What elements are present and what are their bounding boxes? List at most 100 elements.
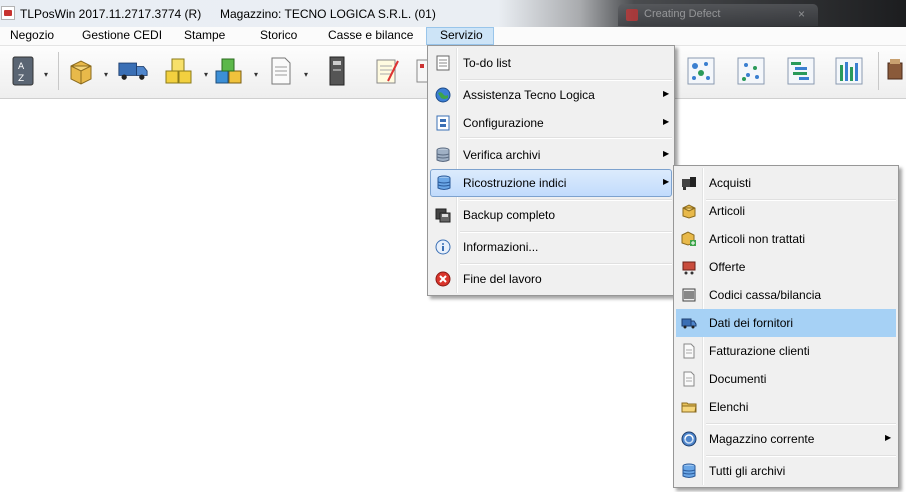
servizio-menu: To-do list Assistenza Tecno Logica ▶ Con… (427, 45, 675, 296)
document-icon (681, 343, 697, 359)
scale-icon (681, 287, 697, 303)
document-icon[interactable] (266, 54, 296, 88)
submenu-item-tutti-gli-archivi[interactable]: Tutti gli archivi (676, 457, 896, 485)
menu-item-verifica-archivi[interactable]: Verifica archivi ▶ (430, 141, 672, 169)
network-icon[interactable] (686, 54, 716, 88)
submenu-item-elenchi[interactable]: Elenchi (676, 393, 896, 421)
submenu-item-magazzino-corrente[interactable]: Magazzino corrente ▶ (676, 425, 896, 453)
menu-item-backup-completo[interactable]: Backup completo (430, 201, 672, 229)
menu-item-label: Informazioni... (463, 240, 539, 254)
archive-icon[interactable] (322, 54, 352, 88)
submenu-item-articoli-non-trattati[interactable]: Articoli non trattati (676, 225, 896, 253)
document-icon (681, 371, 697, 387)
dropdown-arrow-icon[interactable]: ▾ (304, 70, 308, 79)
toolbar-separator (58, 52, 59, 90)
submenu-item-fatturazione-clienti[interactable]: Fatturazione clienti (676, 337, 896, 365)
menu-item-ricostruzione-indici[interactable]: Ricostruzione indici ▶ (430, 169, 672, 197)
warehouse-icon (681, 431, 697, 447)
submenu-arrow-icon: ▶ (663, 89, 670, 98)
submenu-arrow-icon: ▶ (663, 117, 670, 126)
menu-servizio[interactable]: Servizio (426, 27, 494, 45)
info-icon (435, 239, 451, 255)
boxes-icon[interactable] (164, 54, 194, 88)
database-icon (435, 147, 451, 163)
submenu-item-documenti[interactable]: Documenti (676, 365, 896, 393)
dropdown-arrow-icon[interactable]: ▾ (104, 70, 108, 79)
cubes-icon[interactable] (214, 54, 244, 88)
submenu-item-dati-dei-fornitori[interactable]: Dati dei fornitori (676, 309, 896, 337)
menu-item-label: Elenchi (709, 400, 749, 414)
sort-az-icon[interactable]: AZ (8, 54, 38, 88)
database-icon (681, 463, 697, 479)
dropdown-arrow-icon[interactable]: ▾ (204, 70, 208, 79)
submenu-arrow-icon: ▶ (663, 149, 670, 158)
menu-negozio[interactable]: Negozio (4, 27, 60, 45)
menu-item-label: Fine del lavoro (463, 272, 542, 286)
menu-item-label: Ricostruzione indici (463, 176, 567, 190)
menu-gestione-cedi[interactable]: Gestione CEDI (76, 27, 168, 45)
title-bar: TLPosWin 2017.11.2717.3774 (R) Magazzino… (0, 0, 906, 27)
submenu-item-offerte[interactable]: Offerte (676, 253, 896, 281)
truck-icon[interactable] (118, 54, 148, 88)
store-label: Magazzino: TECNO LOGICA S.R.L. (01) (220, 7, 436, 21)
box-add-icon (681, 231, 697, 247)
svg-text:A: A (18, 62, 25, 72)
menu-item-todo-list[interactable]: To-do list (430, 49, 672, 77)
menu-casse-e-bilance[interactable]: Casse e bilance (322, 27, 419, 45)
list-icon (435, 55, 451, 71)
close-icon[interactable]: × (798, 7, 805, 21)
menu-item-informazioni[interactable]: Informazioni... (430, 233, 672, 261)
menu-item-label: Fatturazione clienti (709, 344, 810, 358)
cart-icon (681, 259, 697, 275)
window-title: TLPosWin 2017.11.2717.3774 (R) (20, 7, 202, 21)
menu-item-label: Acquisti (709, 176, 752, 190)
menu-item-label: Dati dei fornitori (709, 316, 794, 330)
dropdown-arrow-icon[interactable]: ▾ (44, 70, 48, 79)
truck-icon (681, 315, 697, 331)
submenu-item-codici-cassa-bilancia[interactable]: Codici cassa/bilancia (676, 281, 896, 309)
menu-separator (460, 137, 672, 139)
globe-icon (435, 87, 451, 103)
menu-item-assistenza[interactable]: Assistenza Tecno Logica ▶ (430, 81, 672, 109)
report-icon[interactable] (834, 54, 864, 88)
svg-text:Z: Z (18, 74, 24, 84)
barcode-icon (681, 175, 697, 191)
menu-item-label: Articoli non trattati (709, 232, 806, 246)
menu-item-label: Magazzino corrente (709, 432, 815, 446)
menu-item-fine-del-lavoro[interactable]: Fine del lavoro (430, 265, 672, 293)
basket-icon[interactable] (884, 54, 904, 88)
submenu-item-acquisti[interactable]: Acquisti (676, 169, 896, 197)
config-icon (435, 115, 451, 131)
diagram-icon[interactable] (736, 54, 766, 88)
menu-stampe[interactable]: Stampe (178, 27, 231, 45)
menu-item-label: Tutti gli archivi (709, 464, 786, 478)
menu-item-label: Documenti (709, 372, 767, 386)
menu-item-label: Assistenza Tecno Logica (463, 88, 595, 102)
database-icon (436, 175, 452, 191)
backup-icon (435, 207, 451, 223)
folder-icon (681, 399, 697, 415)
box-icon (681, 203, 697, 219)
submenu-item-articoli[interactable]: Articoli (676, 197, 896, 225)
dropdown-arrow-icon[interactable]: ▾ (254, 70, 258, 79)
box-icon[interactable] (66, 54, 96, 88)
menu-item-label: To-do list (463, 56, 512, 70)
exit-icon (435, 271, 451, 287)
submenu-arrow-icon: ▶ (663, 177, 670, 186)
menu-item-label: Configurazione (463, 116, 544, 130)
toolbar-separator (878, 52, 879, 90)
menu-item-label: Backup completo (463, 208, 556, 222)
menu-bar: Negozio Gestione CEDI Stampe Storico Cas… (0, 27, 906, 46)
menu-storico[interactable]: Storico (254, 27, 303, 45)
menu-item-label: Articoli (709, 204, 746, 218)
ricostruzione-submenu: Acquisti Articoli Articoli non trattati … (673, 165, 899, 488)
menu-item-configurazione[interactable]: Configurazione ▶ (430, 109, 672, 137)
menu-item-label: Verifica archivi (463, 148, 541, 162)
menu-item-label: Offerte (709, 260, 746, 274)
menu-item-label: Codici cassa/bilancia (709, 288, 822, 302)
notepad-icon[interactable] (372, 54, 402, 88)
gantt-icon[interactable] (786, 54, 816, 88)
background-tab-label: Creating Defect (644, 8, 721, 20)
background-browser-tab[interactable]: Creating Defect × (618, 4, 818, 26)
app-icon (1, 6, 15, 20)
